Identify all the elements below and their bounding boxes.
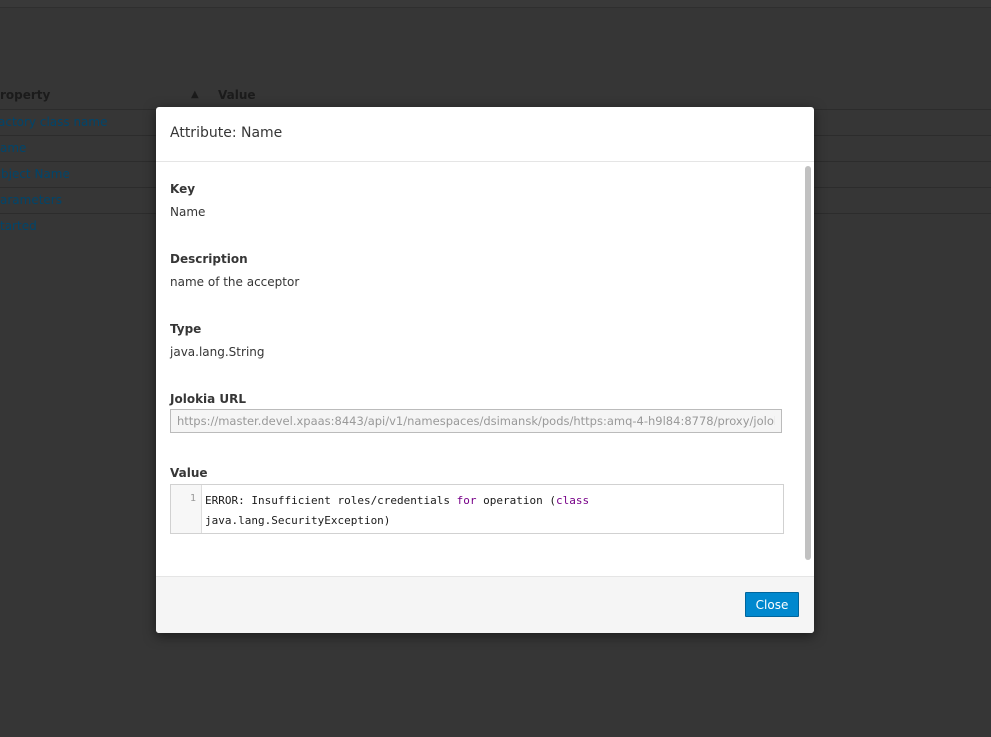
- close-button[interactable]: Close: [745, 592, 799, 617]
- code-text-part: operation (: [476, 494, 557, 507]
- code-keyword: class: [556, 494, 590, 507]
- table-header: roperty ▲ Value: [0, 83, 991, 110]
- attribute-dialog: Attribute: Name Key Name Description nam…: [156, 107, 814, 633]
- row-link-parameters[interactable]: arameters: [0, 193, 62, 207]
- dialog-title: Attribute: Name: [170, 125, 283, 141]
- line-number: 1: [189, 493, 196, 504]
- column-header-property[interactable]: roperty: [0, 88, 50, 102]
- top-navbar: [0, 0, 991, 8]
- dialog-body[interactable]: Key Name Description name of the accepto…: [156, 162, 814, 576]
- code-text-part: java.lang.SecurityException): [205, 514, 391, 527]
- chevron-up-icon[interactable]: ▲: [191, 89, 199, 100]
- key-label: Key: [170, 182, 196, 196]
- jolokia-url-label: Jolokia URL: [170, 392, 247, 406]
- dialog-footer: Close: [156, 576, 814, 633]
- key-value: Name: [170, 205, 206, 219]
- row-link-started[interactable]: tarted: [0, 219, 37, 233]
- jolokia-url-field[interactable]: [170, 409, 782, 433]
- description-value: name of the acceptor: [170, 275, 300, 289]
- value-code-editor[interactable]: 1 ERROR: Insufficient roles/credentials …: [170, 484, 784, 534]
- code-text-part: ERROR: Insufficient roles/credentials: [205, 494, 457, 507]
- code-keyword: for: [456, 494, 477, 507]
- value-label: Value: [170, 466, 208, 480]
- row-link-object-name[interactable]: bject Name: [1, 167, 70, 181]
- dialog-scrollbar[interactable]: [805, 166, 811, 560]
- type-value: java.lang.String: [170, 345, 265, 359]
- type-label: Type: [170, 322, 202, 336]
- line-number-gutter: 1: [171, 485, 202, 533]
- dialog-header: Attribute: Name: [156, 107, 814, 162]
- column-header-value[interactable]: Value: [218, 88, 256, 102]
- description-label: Description: [170, 252, 248, 266]
- row-link-name[interactable]: ame: [0, 141, 26, 155]
- row-link-factory-class-name[interactable]: actory class name: [0, 115, 107, 129]
- code-content[interactable]: ERROR: Insufficient roles/credentials fo…: [205, 491, 645, 531]
